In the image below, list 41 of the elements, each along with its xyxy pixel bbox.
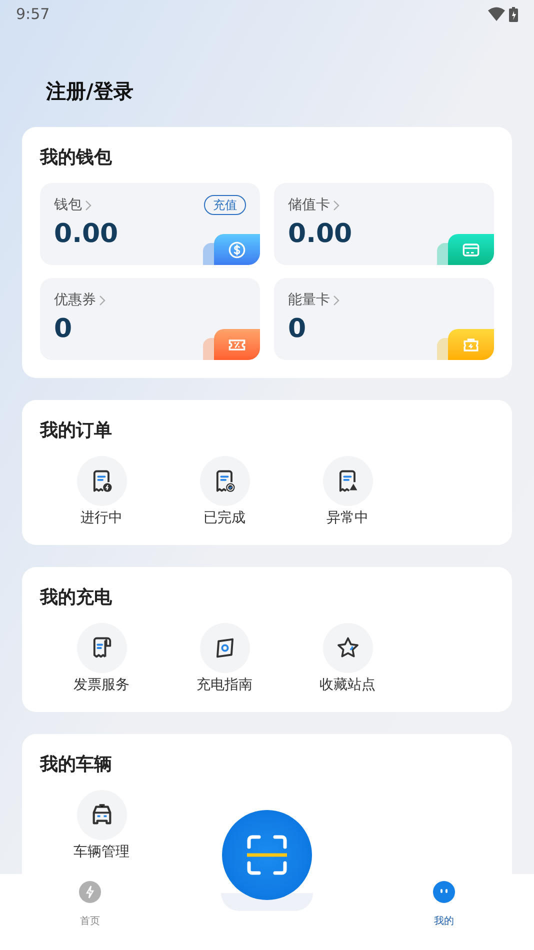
section-title: 我的充电: [40, 586, 113, 610]
bolt-icon: [78, 880, 102, 904]
nav-tab[interactable]: 首页: [60, 880, 120, 950]
face-icon: [432, 880, 456, 904]
menu-item[interactable]: 车辆管理: [40, 790, 163, 861]
wallet-tile[interactable]: 能量卡 0: [274, 278, 494, 360]
tile-label: 优惠券: [54, 291, 96, 310]
chevron-icon: [85, 200, 92, 211]
tile-value: 0: [288, 313, 308, 346]
battery-icon: [509, 6, 518, 22]
status-time: 9:57: [16, 4, 50, 25]
section-title: 我的车辆: [40, 753, 113, 777]
recharge-button[interactable]: 充值: [204, 194, 246, 214]
menu-item[interactable]: 异常中: [286, 456, 409, 527]
tile-badge-icon: [437, 328, 494, 360]
tile-label: 能量卡: [288, 291, 330, 310]
chevron-icon: [99, 295, 106, 306]
menu-item[interactable]: 进行中: [40, 456, 163, 527]
chevron-icon: [333, 200, 340, 211]
tile-badge-icon: [203, 328, 260, 360]
tile-label: 储值卡: [288, 196, 330, 215]
login-link[interactable]: 注册/登录: [46, 79, 134, 103]
wallet-tile[interactable]: 储值卡 0.00: [274, 183, 494, 265]
menu-item[interactable]: 收藏站点: [286, 623, 409, 694]
tile-badge-icon: [203, 233, 260, 265]
menu-item[interactable]: 充电指南: [163, 623, 286, 694]
menu-item[interactable]: 发票服务: [40, 623, 163, 694]
chevron-icon: [333, 295, 340, 306]
tile-value: 0.00: [288, 218, 354, 250]
wifi-icon: [488, 7, 505, 21]
wallet-tile[interactable]: 优惠券 0: [40, 278, 260, 360]
section-title: 我的订单: [40, 419, 113, 443]
tile-value: 0.00: [54, 218, 120, 250]
section-title: 我的钱包: [40, 146, 113, 170]
nav-tab[interactable]: 我的: [414, 880, 474, 950]
tile-value: 0: [54, 313, 74, 346]
wallet-tile[interactable]: 钱包 充值 0.00: [40, 183, 260, 265]
tile-label: 钱包: [54, 196, 82, 215]
scan-icon: [245, 833, 289, 877]
tile-badge-icon: [437, 233, 494, 265]
menu-item[interactable]: 已完成: [163, 456, 286, 527]
